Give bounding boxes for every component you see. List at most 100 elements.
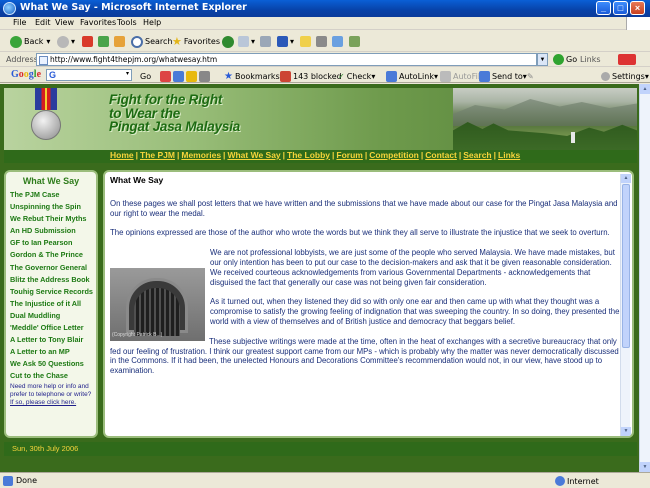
home-icon: [114, 36, 125, 47]
nav-the-pjm[interactable]: The PJM: [140, 150, 175, 160]
nav-memories[interactable]: Memories: [181, 150, 221, 160]
title-bar: What We Say - Microsoft Internet Explore…: [0, 0, 650, 17]
pencil-icon: ✎: [527, 72, 534, 81]
go-button[interactable]: Go: [553, 54, 577, 65]
menu-file[interactable]: File: [13, 18, 26, 27]
scroll-down-icon[interactable]: ▼: [621, 427, 631, 436]
help-link[interactable]: If so, please click here.: [10, 399, 96, 407]
google-logo[interactable]: Google: [11, 69, 41, 80]
folder-icon: [300, 36, 311, 47]
popup-blocker-button[interactable]: 143 blocked: [280, 69, 342, 84]
content-scrollbar[interactable]: ▲ ▼: [620, 174, 631, 436]
sidebar-item-hd-submission[interactable]: An HD Submission: [10, 225, 98, 237]
history-button[interactable]: [222, 34, 236, 49]
sidebar-item-unspinning[interactable]: Unspinning the Spin: [10, 201, 98, 213]
mail-button[interactable]: ▾: [238, 34, 255, 49]
site-nav: Home | The PJM | Memories | What We Say | The Lo…: [4, 150, 637, 163]
refresh-button[interactable]: [98, 34, 111, 49]
nav-forum[interactable]: Forum: [336, 150, 362, 160]
spellcheck-button[interactable]: ✓ Check ▾: [338, 69, 375, 84]
messenger-icon: [316, 36, 327, 47]
stop-button[interactable]: [82, 34, 95, 49]
header-photo: [453, 88, 637, 150]
maximize-button[interactable]: □: [613, 1, 628, 15]
google-go-button[interactable]: Go: [140, 69, 151, 84]
history-icon: [222, 35, 234, 48]
forward-button[interactable]: ▾: [57, 34, 75, 49]
nav-competition[interactable]: Competition: [369, 150, 419, 160]
paragraph-turned-out: As it turned out, when they listened the…: [210, 297, 620, 326]
sidebar-item-pjm-case[interactable]: The PJM Case: [10, 189, 98, 201]
sidebar-item-touhig-records[interactable]: Touhig Service Records: [10, 286, 98, 298]
nav-home[interactable]: Home: [110, 150, 134, 160]
autolink-button[interactable]: AutoLink ▾: [386, 69, 438, 84]
paragraph-intro: On these pages we shall post letters tha…: [110, 198, 618, 218]
print-button[interactable]: [260, 34, 273, 49]
scroll-thumb[interactable]: [622, 184, 630, 348]
sidebar-item-gf-ian-pearson[interactable]: GF to Ian Pearson: [10, 237, 98, 249]
home-button[interactable]: [114, 34, 127, 49]
research-button[interactable]: [332, 34, 345, 49]
nav-links[interactable]: Links: [498, 150, 520, 160]
blocked-icon: [280, 71, 291, 82]
security-zone: Internet: [555, 476, 599, 486]
scroll-up-icon[interactable]: ▲: [621, 174, 631, 183]
menu-view[interactable]: View: [55, 18, 74, 27]
autofill-button[interactable]: AutoFill: [440, 69, 482, 84]
sidebar-item-tony-blair[interactable]: A Letter to Tony Blair: [10, 334, 98, 346]
address-input[interactable]: http://www.fight4thepjm.org/whatwesay.ht…: [36, 53, 537, 66]
medal-icon: [31, 110, 61, 140]
globe-icon: [555, 476, 565, 486]
close-button[interactable]: ×: [630, 1, 645, 15]
extra-icon: [349, 36, 360, 47]
web-page: Fight for the Right to Wear the Pingat J…: [0, 84, 650, 472]
sidebar-item-blitz-address-book[interactable]: Blitz the Address Book: [10, 274, 98, 286]
sidebar-item-rebut-myths[interactable]: We Rebut Their Myths: [10, 213, 98, 225]
autofill-icon: [440, 71, 451, 82]
sidebar-item-letter-mp[interactable]: A Letter to an MP: [10, 346, 98, 358]
messenger-button[interactable]: [316, 34, 329, 49]
back-button[interactable]: Back ▾: [10, 34, 50, 49]
links-button[interactable]: Links: [580, 55, 601, 64]
nav-search[interactable]: Search: [463, 150, 491, 160]
paragraph-opinions: The opinions expressed are those of the …: [110, 228, 610, 238]
nav-contact[interactable]: Contact: [425, 150, 457, 160]
sidebar-item-cut-chase[interactable]: Cut to the Chase: [10, 370, 98, 382]
favorites-button[interactable]: ★ Favorites: [172, 34, 220, 49]
ie-logo-icon: [3, 2, 16, 15]
google-search-input[interactable]: G ▾: [46, 69, 132, 81]
sendto-icon: [479, 71, 490, 82]
toolbar-extra-icon[interactable]: [618, 54, 636, 65]
paragraph-subjective: These subjective writings were made at t…: [110, 336, 619, 376]
sidebar-item-injustice[interactable]: The Injustice of it All: [10, 298, 98, 310]
extra-button[interactable]: [349, 34, 362, 49]
page-scroll-up-icon[interactable]: ▲: [640, 84, 650, 94]
highlight-icon: [186, 71, 197, 82]
stop-icon: [82, 36, 93, 47]
search-button[interactable]: Search: [131, 34, 172, 49]
menu-favorites[interactable]: Favorites: [80, 18, 116, 27]
page-scrollbar[interactable]: ▲ ▼: [639, 84, 650, 472]
sidebar-item-dual-muddling[interactable]: Dual Muddling: [10, 310, 98, 322]
sendto-button[interactable]: Send to ▾: [479, 69, 527, 84]
menu-tools[interactable]: Tools: [117, 18, 137, 27]
sidebar-item-meddle-office[interactable]: 'Meddle' Office Letter: [10, 322, 98, 334]
refresh-icon: [98, 36, 109, 47]
bookmarks-button[interactable]: ★Bookmarks▾: [224, 69, 284, 84]
check-icon: ✓: [338, 72, 345, 81]
edit-button[interactable]: ▾: [277, 34, 294, 49]
nav-the-lobby[interactable]: The Lobby: [287, 150, 330, 160]
sidebar-item-governor-general[interactable]: The Governor General: [10, 262, 98, 274]
google-icons-group[interactable]: [160, 69, 212, 84]
menu-help[interactable]: Help: [143, 18, 161, 27]
page-scroll-down-icon[interactable]: ▼: [640, 462, 650, 472]
menu-edit[interactable]: Edit: [35, 18, 51, 27]
sidebar-item-gordon-prince[interactable]: Gordon & The Prince: [10, 249, 98, 261]
address-dropdown[interactable]: ▼: [537, 53, 548, 66]
discuss-button[interactable]: [300, 34, 313, 49]
settings-button[interactable]: Settings ▾: [601, 69, 649, 84]
pencil-button[interactable]: ✎: [527, 69, 534, 84]
sidebar-item-50-questions[interactable]: We Ask 50 Questions: [10, 358, 98, 370]
minimize-button[interactable]: _: [596, 1, 611, 15]
nav-what-we-say[interactable]: What We Say: [227, 150, 280, 160]
